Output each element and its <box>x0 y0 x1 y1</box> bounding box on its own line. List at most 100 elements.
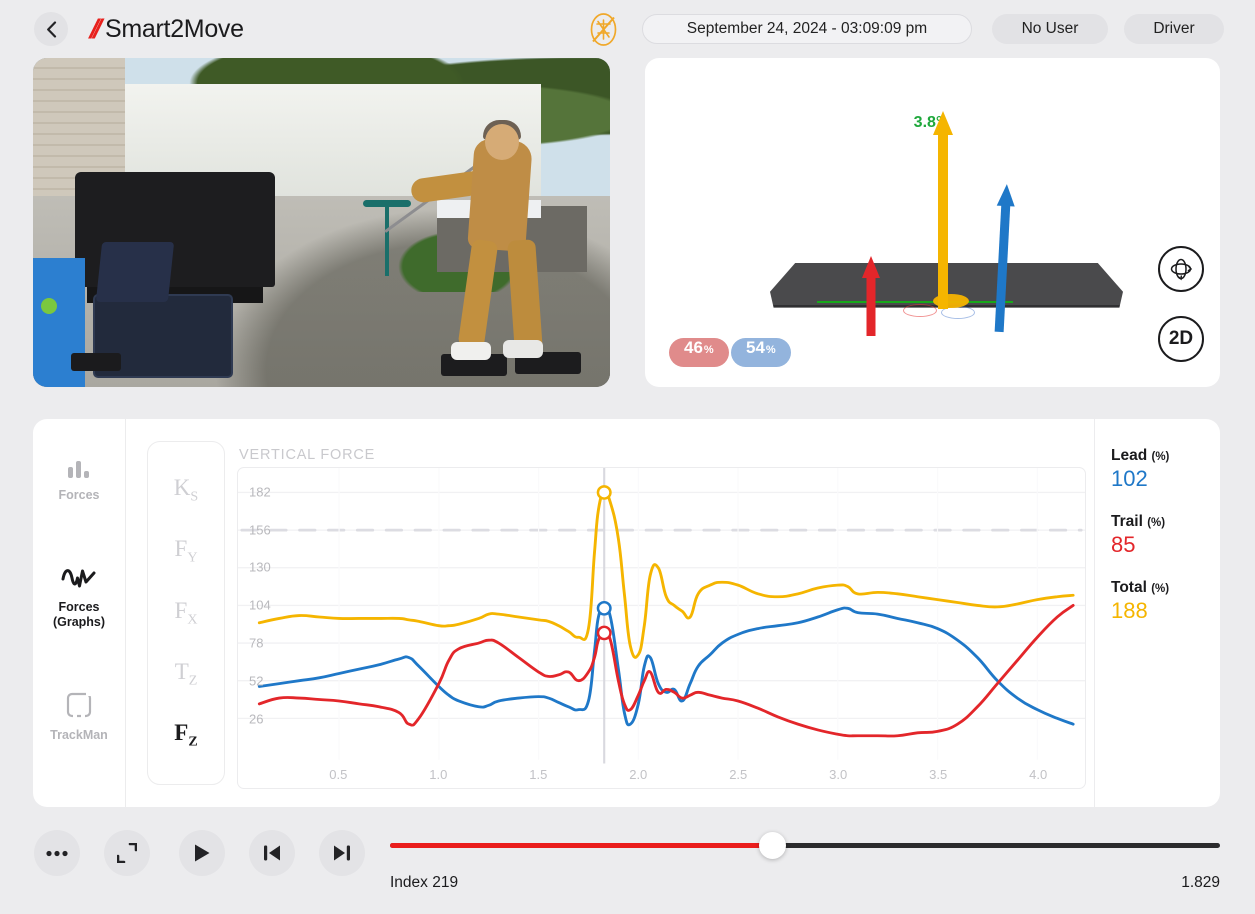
y-axis-ticks: 26 52 78 104 130 156 182 <box>249 467 289 789</box>
app-root: // Smart2Move September 24, 2024 - 03:09… <box>0 0 1255 914</box>
channel-tz-base: T <box>174 658 189 684</box>
rotate-3d-button[interactable] <box>1158 246 1204 292</box>
y-axis-tick: 130 <box>249 559 271 575</box>
brand-mark-icon: // <box>88 13 99 44</box>
metric-lead-value: 102 <box>1111 466 1148 491</box>
cop-ring-trail <box>903 304 937 317</box>
chevron-left-icon <box>46 20 56 38</box>
sidebar-item-forces-graphs[interactable]: Forces (Graphs) <box>35 565 123 630</box>
lead-force-arrow <box>989 183 1017 333</box>
session-datetime-pill[interactable]: September 24, 2024 - 03:09:09 pm <box>642 14 972 44</box>
lead-weight-unit: % <box>765 344 776 356</box>
frame-index-label: Index 219 <box>390 874 459 891</box>
channel-selector: KS FY FX TZ FZ <box>147 441 225 785</box>
label-line-2: (Graphs) <box>52 614 106 629</box>
seek-track[interactable] <box>390 832 1220 859</box>
y-axis-tick: 156 <box>249 522 271 537</box>
y-axis-tick: 26 <box>249 711 264 727</box>
trail-weight-unit: % <box>703 344 714 356</box>
trail-weight-badge: 46% <box>669 338 729 367</box>
force-plate-trail <box>770 263 950 308</box>
more-dots-icon <box>46 850 68 856</box>
sidebar-item-forces[interactable]: Forces <box>35 457 123 503</box>
x-axis-tick: 0.5 <box>329 767 348 782</box>
metric-lead-name: Lead (%) <box>1111 447 1220 465</box>
graph-panel: Forces Forces (Graphs) TrackMan KS FY FX… <box>33 419 1220 807</box>
total-force-arrow <box>933 111 953 309</box>
label-line-1: Forces <box>58 599 100 614</box>
channel-fx-sub: X <box>187 612 198 628</box>
channel-fz[interactable]: FZ <box>174 721 197 750</box>
next-frame-button[interactable] <box>319 830 365 876</box>
metric-trail-name: Trail (%) <box>1111 513 1220 531</box>
rotate-3d-icon <box>1170 258 1193 281</box>
channel-fy-base: F <box>174 536 188 562</box>
expand-icon <box>117 843 137 863</box>
back-button[interactable] <box>34 12 68 46</box>
channel-fz-sub: Z <box>188 734 198 750</box>
x-axis-tick: 3.5 <box>929 767 948 782</box>
video-frame <box>33 58 610 387</box>
mode-sidebar: Forces Forces (Graphs) TrackMan <box>33 419 126 807</box>
trail-force-arrow <box>861 256 881 336</box>
play-icon <box>195 844 210 862</box>
previous-frame-button[interactable] <box>249 830 295 876</box>
metric-trail: Trail (%) 85 <box>1111 513 1220 557</box>
channel-fx-base: F <box>174 597 188 623</box>
lead-weight-value: 54 <box>746 338 765 357</box>
skip-previous-icon <box>264 845 280 861</box>
channel-fy-sub: Y <box>187 551 198 567</box>
plot-box <box>237 467 1086 789</box>
playback-bar: Index 219 1.829 <box>0 818 1255 914</box>
expand-button[interactable] <box>104 830 150 876</box>
channel-ks[interactable]: KS <box>174 476 198 505</box>
y-axis-tick: 78 <box>249 635 264 651</box>
view-toggle-2d-button[interactable]: 2D <box>1158 316 1204 362</box>
plot-title: VERTICAL FORCE <box>239 447 376 463</box>
seek-bar[interactable] <box>390 832 1220 859</box>
channel-fz-base: F <box>174 720 189 746</box>
metric-trail-unit: (%) <box>1147 517 1166 530</box>
metric-trail-label: Trail <box>1111 513 1143 531</box>
sidebar-item-trackman[interactable]: TrackMan <box>35 691 123 743</box>
channel-fx[interactable]: FX <box>175 599 198 628</box>
no-club-icon[interactable] <box>587 13 620 46</box>
metric-total-value: 188 <box>1111 598 1148 624</box>
metric-total-label: Total <box>1111 579 1147 597</box>
x-axis-tick: 2.5 <box>729 767 748 782</box>
metric-lead: Lead (%) 102 <box>1111 447 1220 491</box>
skip-next-icon <box>334 845 350 861</box>
channel-fy[interactable]: FY <box>175 537 198 566</box>
y-axis-tick: 52 <box>249 673 264 689</box>
seek-fill <box>390 843 772 848</box>
force-3d-panel[interactable]: 3.8° 46% 54% 2D <box>645 58 1220 387</box>
lead-weight-badge: 54% <box>731 338 791 367</box>
waveform-icon <box>61 568 96 588</box>
x-axis-tick: 1.0 <box>429 767 448 782</box>
channel-tz[interactable]: TZ <box>175 660 198 689</box>
metric-lead-unit: (%) <box>1151 451 1170 463</box>
channel-tz-sub: Z <box>188 673 198 689</box>
channel-ks-sub: S <box>190 489 199 505</box>
user-selector-pill[interactable]: No User <box>992 14 1108 44</box>
more-options-button[interactable] <box>34 830 80 876</box>
frame-time-label: 1.829 <box>1181 874 1220 891</box>
plot-svg <box>238 468 1085 764</box>
force-plate-lead <box>943 263 1123 308</box>
metrics-legend: Lead (%) 102 Trail (%) 85 Total (%) 188 <box>1094 419 1220 807</box>
metric-total-unit: (%) <box>1151 583 1170 596</box>
plot-area[interactable]: VERTICAL FORCE 26 52 78 104 130 156 182 0.5 1.0… <box>237 443 1094 789</box>
video-player-panel[interactable] <box>33 58 610 387</box>
metric-lead-label: Lead <box>1111 447 1148 464</box>
sidebar-item-forces-graphs-label: Forces (Graphs) <box>53 600 105 630</box>
x-axis-tick: 3.0 <box>829 767 848 782</box>
y-axis-tick: 104 <box>249 597 271 613</box>
seek-thumb[interactable] <box>758 832 786 859</box>
club-selector-pill[interactable]: Driver <box>1124 14 1224 44</box>
trail-weight-value: 46 <box>684 338 703 357</box>
x-axis-ticks: 0.5 1.0 1.5 2.0 2.5 3.0 3.5 4.0 <box>237 767 1086 783</box>
play-button[interactable] <box>179 830 225 876</box>
bar-chart-icon <box>68 461 89 478</box>
sidebar-item-trackman-label: TrackMan <box>50 728 108 743</box>
metric-trail-value: 85 <box>1111 532 1136 558</box>
